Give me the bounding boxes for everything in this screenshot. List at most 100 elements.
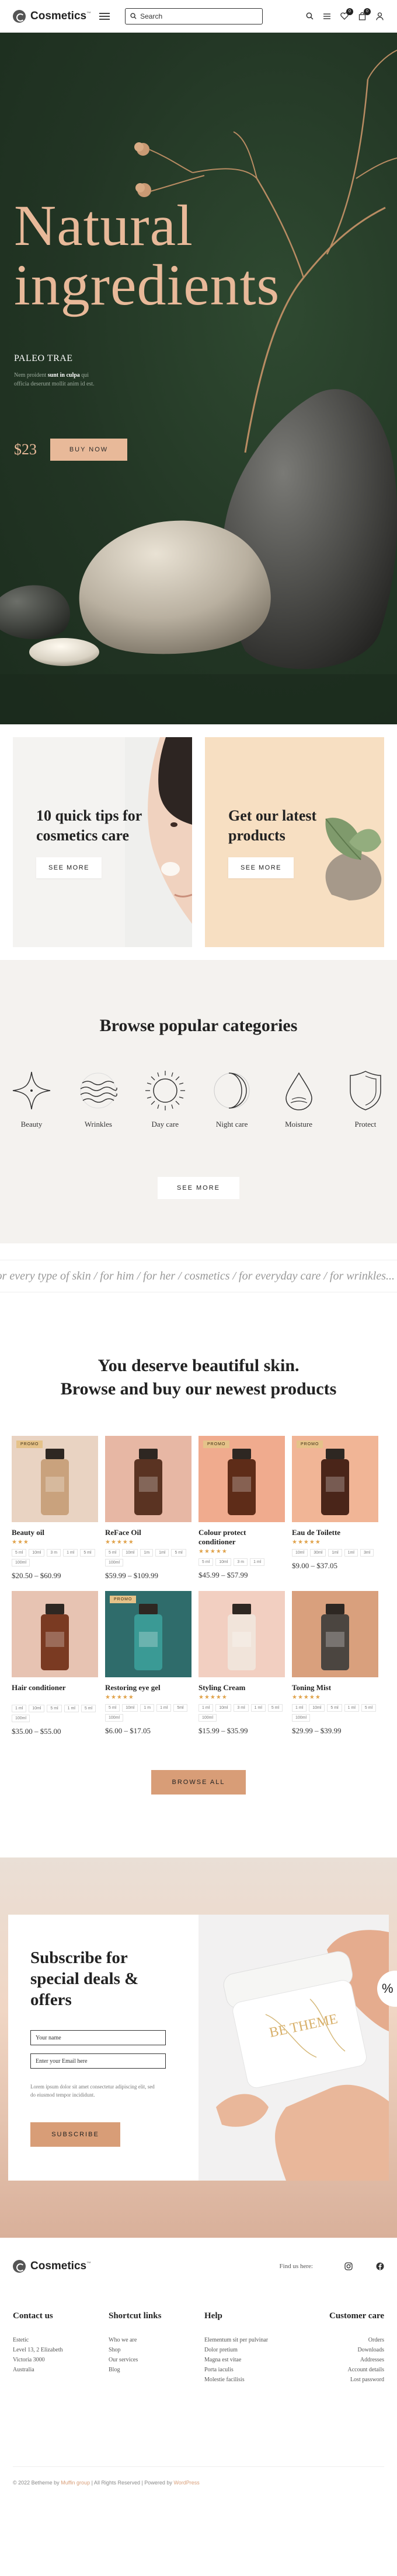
see-more-button[interactable]: SEE MORE [228, 857, 294, 878]
product-image[interactable] [198, 1591, 285, 1677]
product-name[interactable]: Restoring eye gel [105, 1683, 191, 1692]
footer-link[interactable]: Downloads [308, 2345, 384, 2355]
size-option[interactable]: 100ml [292, 1714, 311, 1722]
size-option[interactable]: 1ml [155, 1549, 169, 1557]
size-option[interactable]: 10ml [309, 1704, 325, 1712]
product-name[interactable]: Hair conditioner [12, 1683, 98, 1692]
size-option[interactable]: 1 ml [63, 1549, 78, 1557]
size-option[interactable]: 1 ml [250, 1704, 266, 1712]
size-option[interactable]: 100ml [105, 1714, 124, 1722]
product-card[interactable]: Toning Mist ★★★★★ 1 ml 10ml 5 ml 1 ml 5 ml 100m… [292, 1591, 378, 1736]
size-option[interactable]: 5 ml [105, 1549, 120, 1557]
size-option[interactable]: 5 ml [267, 1704, 283, 1712]
promo-card-products[interactable]: Get our latest products SEE MORE [205, 737, 384, 947]
wordpress-link[interactable]: WordPress [173, 2480, 199, 2486]
footer-link[interactable]: Account details [308, 2365, 384, 2375]
muffin-group-link[interactable]: Muffin group [61, 2480, 90, 2486]
size-option[interactable]: 5 ml [361, 1704, 377, 1712]
size-option[interactable]: 3ml [360, 1549, 374, 1557]
category-protect[interactable]: Protect [341, 1067, 390, 1129]
size-option[interactable]: 5 ml [80, 1549, 95, 1557]
product-name[interactable]: Toning Mist [292, 1683, 378, 1692]
footer-link[interactable]: Addresses [308, 2355, 384, 2365]
size-option[interactable]: 1 ml [292, 1704, 307, 1712]
footer-link[interactable]: Porta iaculis [204, 2365, 300, 2375]
product-image[interactable] [12, 1591, 98, 1677]
product-card[interactable]: PROMO Restoring eye gel ★★★★★ 5 ml 10ml 1 m1 … [105, 1591, 191, 1736]
product-card[interactable]: ReFace Oil ★★★★★ 5 ml 10ml 1m 1ml 5 ml 100ml $59… [105, 1436, 191, 1580]
product-name[interactable]: ReFace Oil [105, 1528, 191, 1537]
site-logo[interactable]: Cosmetics™ [13, 9, 91, 23]
product-name[interactable]: Styling Cream [198, 1683, 285, 1692]
facebook-icon[interactable] [376, 2262, 384, 2270]
footer-link[interactable]: Shop [109, 2345, 204, 2355]
product-image[interactable]: PROMO [198, 1436, 285, 1522]
size-option[interactable]: 10ml [215, 1558, 232, 1566]
cart-button[interactable]: 0 [357, 8, 371, 21]
product-image[interactable]: PROMO [105, 1591, 191, 1677]
search-button[interactable] [305, 12, 314, 21]
size-option[interactable]: 1 m [140, 1704, 155, 1712]
instagram-icon[interactable] [344, 2262, 353, 2270]
size-option[interactable]: 10ml [29, 1705, 45, 1712]
category-beauty[interactable]: Beauty [7, 1067, 56, 1129]
account-button[interactable] [375, 12, 384, 21]
size-option[interactable]: 1m [140, 1549, 154, 1557]
size-option[interactable]: 3 m [234, 1558, 248, 1566]
size-option[interactable]: 5ml [173, 1704, 187, 1712]
menu-icon[interactable] [99, 12, 110, 20]
product-image[interactable]: PROMO [12, 1436, 98, 1522]
see-more-categories-button[interactable]: SEE MORE [158, 1177, 239, 1199]
category-night-care[interactable]: Night care [207, 1067, 256, 1129]
footer-link[interactable]: Orders [308, 2335, 384, 2345]
email-field[interactable] [30, 2053, 166, 2069]
product-card[interactable]: Styling Cream ★★★★★ 1 ml 10ml 3 ml 1 ml 5 ml 10… [198, 1591, 285, 1736]
name-field[interactable] [30, 2030, 166, 2045]
product-name[interactable]: Eau de Toilette [292, 1528, 378, 1537]
size-option[interactable]: 3 ml [234, 1704, 249, 1712]
size-option[interactable]: 1 ml [12, 1705, 27, 1712]
size-option[interactable]: 1 ml [198, 1704, 214, 1712]
size-option[interactable]: 5 ml [47, 1705, 62, 1712]
buy-now-button[interactable]: BUY NOW [50, 439, 127, 461]
product-card[interactable]: Hair conditioner 1 ml 10ml 5 ml 1 ml 5 ml 100m… [12, 1591, 98, 1736]
size-option[interactable]: 1 ml [156, 1704, 172, 1712]
size-option[interactable]: 5 ml [105, 1704, 120, 1712]
size-option[interactable]: 5 ml [12, 1549, 27, 1557]
category-day-care[interactable]: Day care [141, 1067, 190, 1129]
size-option[interactable]: 5 ml [327, 1704, 342, 1712]
product-name[interactable]: Beauty oil [12, 1528, 98, 1537]
size-option[interactable]: 5 ml [198, 1558, 214, 1566]
product-name[interactable]: Colour protect conditioner [198, 1528, 285, 1547]
browse-all-button[interactable]: BROWSE ALL [151, 1770, 246, 1795]
footer-link[interactable]: Our services [109, 2355, 204, 2365]
size-option[interactable]: 30ml [310, 1549, 326, 1557]
footer-link[interactable]: Molestie facilisis [204, 2375, 300, 2385]
size-option[interactable]: 100ml [12, 1559, 30, 1566]
footer-link[interactable]: Dolor pretium [204, 2345, 300, 2355]
category-wrinkles[interactable]: Wrinkles [74, 1067, 123, 1129]
size-option[interactable]: 10ml [122, 1549, 138, 1557]
subscribe-button[interactable]: SUBSCRIBE [30, 2122, 120, 2147]
size-option[interactable]: 1 ml [64, 1705, 79, 1712]
footer-link[interactable]: Magna est vitae [204, 2355, 300, 2365]
size-option[interactable]: 1 ml [344, 1704, 359, 1712]
footer-link[interactable]: Elementum sit per pulvinar [204, 2335, 300, 2345]
promo-card-tips[interactable]: 10 quick tips for cosmetics care SEE MOR… [13, 737, 192, 947]
product-image[interactable]: PROMO [292, 1436, 378, 1522]
size-option[interactable]: 3 m [47, 1549, 61, 1557]
product-card[interactable]: PROMO Colour protect conditioner ★★★★★ 5 ml… [198, 1436, 285, 1580]
size-option[interactable]: 10ml [292, 1549, 308, 1557]
product-image[interactable] [292, 1591, 378, 1677]
footer-logo[interactable]: Cosmetics™ [13, 2260, 91, 2273]
list-button[interactable] [322, 12, 332, 21]
size-option[interactable]: 1 ml [250, 1558, 265, 1566]
size-option[interactable]: 100ml [105, 1559, 124, 1566]
footer-link[interactable]: Who we are [109, 2335, 204, 2345]
footer-link[interactable]: Blog [109, 2365, 204, 2375]
size-option[interactable]: 100ml [12, 1715, 30, 1722]
size-option[interactable]: 10ml [29, 1549, 45, 1557]
product-card[interactable]: PROMO Eau de Toilette ★★★★★ 10ml 30ml 1ml 1ml 3… [292, 1436, 378, 1580]
size-option[interactable]: 5 ml [81, 1705, 96, 1712]
see-more-button[interactable]: SEE MORE [36, 857, 102, 878]
